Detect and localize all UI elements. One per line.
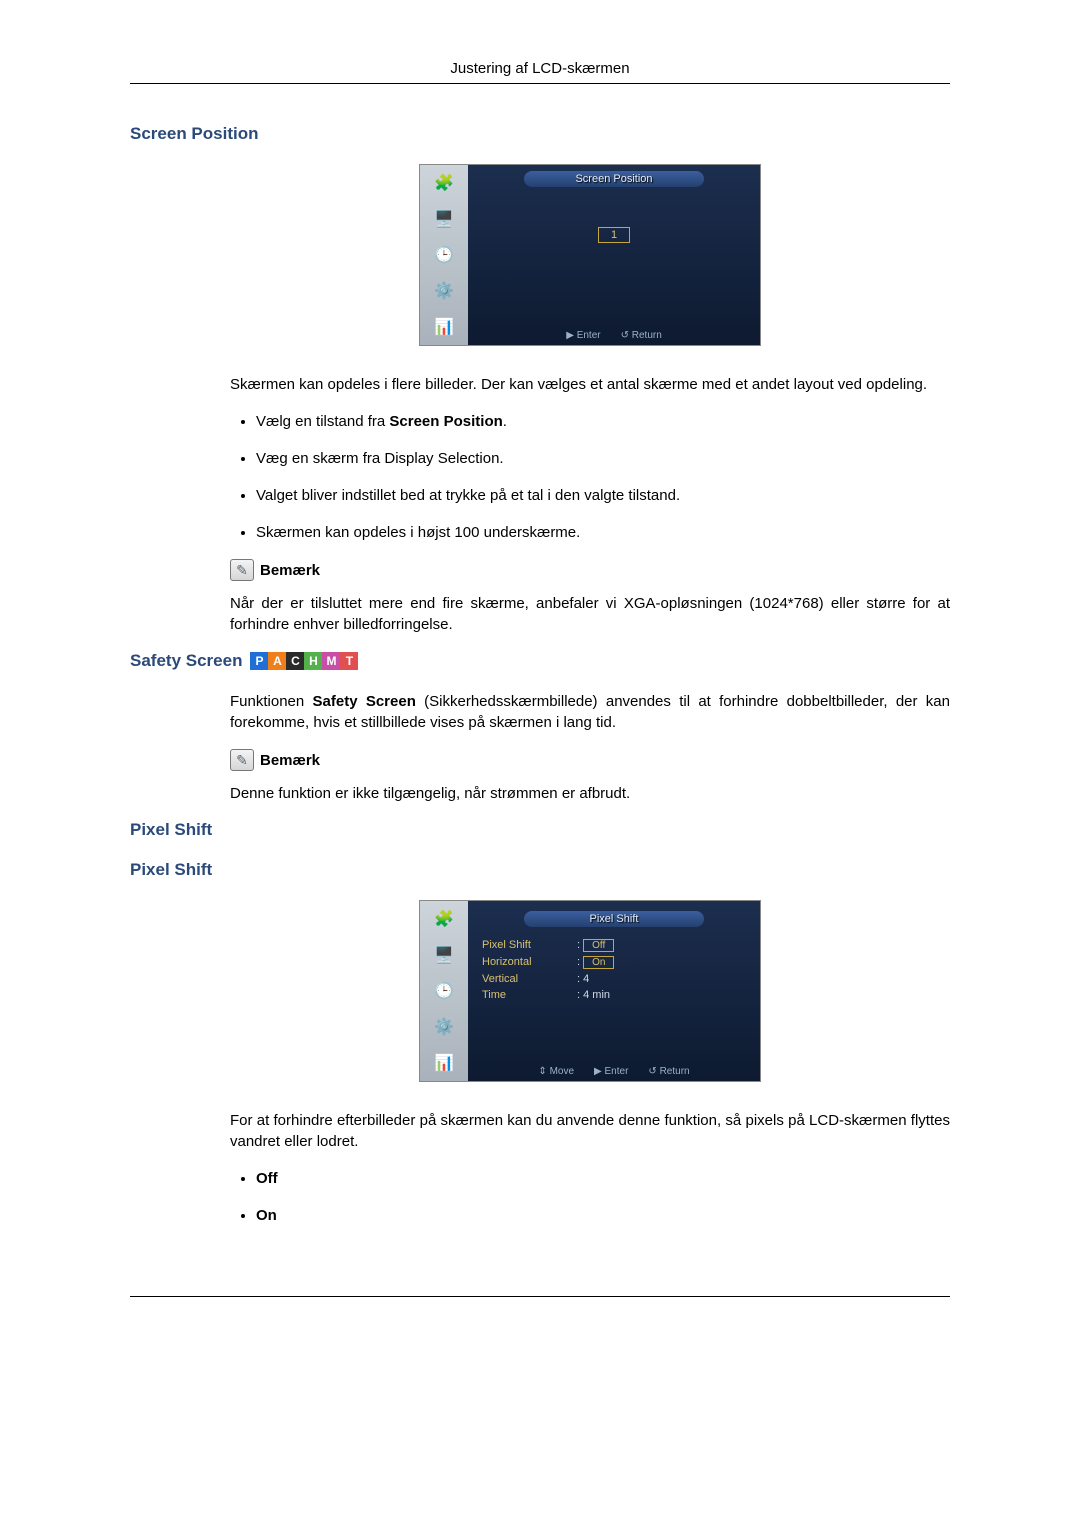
bullet-text: Vælg en tilstand fra <box>256 413 389 430</box>
screen-position-bullets: Vælg en tilstand fra Screen Position. Væ… <box>230 411 950 543</box>
intro-bold: Safety Screen <box>313 693 416 710</box>
note-label: Bemærk <box>260 562 320 579</box>
heading-safety-screen-row: Safety Screen P A C H M T <box>130 651 950 671</box>
chart-icon: 📊 <box>425 312 463 342</box>
mode-icon-strip: P A C H M T <box>250 652 358 670</box>
menu-side-icons: 🧩 🖥️ 🕒 ⚙️ 📊 <box>420 165 468 345</box>
bullet-bold: Screen Position <box>389 413 502 430</box>
note-icon: ✎ <box>230 559 254 581</box>
safety-screen-block: Funktionen Safety Screen (Sikkerhedsskær… <box>230 691 950 804</box>
menu-title-tab: Screen Position <box>524 171 704 187</box>
screen-position-menu-screenshot: 🧩 🖥️ 🕒 ⚙️ 📊 Screen Position 1 ▶ Enter ↺ … <box>419 164 761 346</box>
note-text: Denne funktion er ikke tilgængelig, når … <box>230 783 950 804</box>
gear-icon: ⚙️ <box>425 1012 463 1042</box>
chart-icon: 📊 <box>425 1048 463 1078</box>
adjust-icon: 🖥️ <box>425 940 463 970</box>
page-header: Justering af LCD-skærmen <box>130 60 950 84</box>
menu-row-horizontal: Horizontal : On <box>468 954 760 971</box>
menu-row-pixel-shift: Pixel Shift : Off <box>468 937 760 954</box>
footer-rule <box>130 1296 950 1297</box>
page: Justering af LCD-skærmen Screen Position… <box>0 0 1080 1527</box>
mode-c-icon: C <box>286 652 304 670</box>
return-label: Return <box>660 1066 690 1077</box>
enter-label: Enter <box>605 1066 629 1077</box>
menu-title-tab: Pixel Shift <box>524 911 704 927</box>
screen-position-intro: Skærmen kan opdeles i flere billeder. De… <box>230 374 950 395</box>
puzzle-icon: 🧩 <box>425 904 463 934</box>
note-text: Når der er tilsluttet mere end fire skær… <box>230 593 950 635</box>
menu-footer: ▶ Enter ↺ Return <box>468 330 760 341</box>
move-label: Move <box>550 1066 574 1077</box>
list-item: Off <box>256 1168 950 1189</box>
return-hint: ↺ Return <box>621 330 662 341</box>
menu-footer: ⇕ Move ▶ Enter ↺ Return <box>468 1066 760 1077</box>
safety-screen-intro: Funktionen Safety Screen (Sikkerhedsskær… <box>230 691 950 733</box>
row-value: : 4 min <box>577 989 610 1001</box>
menu-center-value: 1 <box>598 227 630 243</box>
heading-safety-screen: Safety Screen <box>130 651 242 671</box>
adjust-icon: 🖥️ <box>425 204 463 234</box>
mode-m-icon: M <box>322 652 340 670</box>
pixel-shift-bullets: Off On <box>230 1168 950 1226</box>
row-key: Vertical <box>482 973 577 985</box>
enter-hint: ▶ Enter <box>594 1066 628 1077</box>
menu-row-time: Time : 4 min <box>468 987 760 1003</box>
bullet-text: . <box>503 413 507 430</box>
heading-pixel-shift-2: Pixel Shift <box>130 860 950 880</box>
heading-pixel-shift-1: Pixel Shift <box>130 820 950 840</box>
note-label: Bemærk <box>260 752 320 769</box>
heading-screen-position: Screen Position <box>130 124 950 144</box>
list-item: On <box>256 1205 950 1226</box>
clock-icon: 🕒 <box>425 240 463 270</box>
row-key: Horizontal <box>482 956 577 969</box>
bullet-bold: On <box>256 1207 277 1224</box>
note-row: ✎ Bemærk <box>230 559 950 581</box>
menu-side-icons: 🧩 🖥️ 🕒 ⚙️ 📊 <box>420 901 468 1081</box>
note-row: ✎ Bemærk <box>230 749 950 771</box>
row-value-off: Off <box>583 939 614 952</box>
mode-a-icon: A <box>268 652 286 670</box>
gear-icon: ⚙️ <box>425 276 463 306</box>
menu-row-vertical: Vertical : 4 <box>468 971 760 987</box>
intro-text: Funktionen <box>230 693 313 710</box>
list-item: Væg en skærm fra Display Selection. <box>256 448 950 469</box>
row-value-on: On <box>583 956 614 969</box>
pixel-shift-intro: For at forhindre efterbilleder på skærme… <box>230 1110 950 1152</box>
row-key: Time <box>482 989 577 1001</box>
screen-position-block: 🧩 🖥️ 🕒 ⚙️ 📊 Screen Position 1 ▶ Enter ↺ … <box>230 164 950 635</box>
note-icon: ✎ <box>230 749 254 771</box>
enter-label: Enter <box>577 330 601 341</box>
mode-t-icon: T <box>340 652 358 670</box>
bullet-bold: Off <box>256 1170 278 1187</box>
return-hint: ↺ Return <box>648 1066 689 1077</box>
move-hint: ⇕ Move <box>538 1066 574 1077</box>
pixel-shift-block: 🧩 🖥️ 🕒 ⚙️ 📊 Pixel Shift Pixel Shift : Of… <box>230 900 950 1226</box>
list-item: Skærmen kan opdeles i højst 100 underskæ… <box>256 522 950 543</box>
row-value: : 4 <box>577 973 589 985</box>
mode-p-icon: P <box>250 652 268 670</box>
list-item: Valget bliver indstillet bed at trykke p… <box>256 485 950 506</box>
return-label: Return <box>632 330 662 341</box>
list-item: Vælg en tilstand fra Screen Position. <box>256 411 950 432</box>
mode-h-icon: H <box>304 652 322 670</box>
row-key: Pixel Shift <box>482 939 577 952</box>
puzzle-icon: 🧩 <box>425 168 463 198</box>
enter-hint: ▶ Enter <box>566 330 600 341</box>
clock-icon: 🕒 <box>425 976 463 1006</box>
pixel-shift-menu-screenshot: 🧩 🖥️ 🕒 ⚙️ 📊 Pixel Shift Pixel Shift : Of… <box>419 900 761 1082</box>
